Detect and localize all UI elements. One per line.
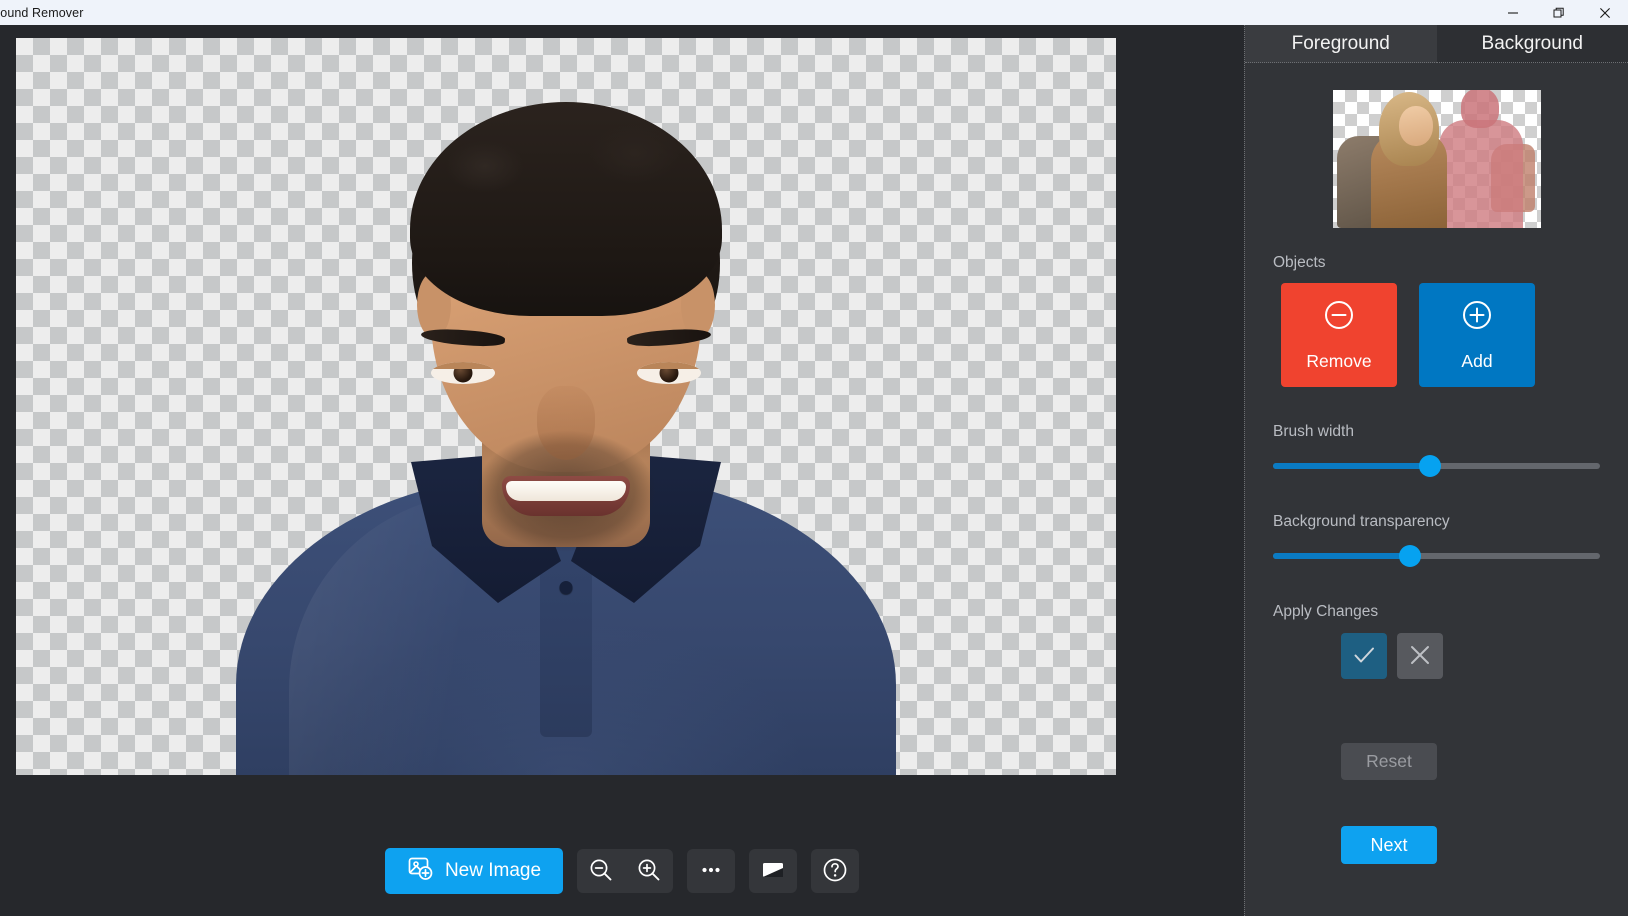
background-transparency-fill	[1273, 553, 1411, 559]
background-transparency-slider[interactable]	[1273, 545, 1600, 567]
reset-button[interactable]: Reset	[1341, 743, 1437, 780]
next-button[interactable]: Next	[1341, 826, 1437, 864]
new-image-icon	[407, 855, 433, 887]
preview-woman-face	[1398, 106, 1433, 146]
hair	[410, 102, 722, 316]
panel-tabs: Foreground Background	[1245, 25, 1628, 63]
bottom-toolbar: New Image	[0, 848, 1244, 894]
zoom-controls	[577, 849, 674, 893]
teeth	[506, 481, 626, 501]
new-image-label: New Image	[444, 860, 542, 881]
question-mark-icon	[821, 856, 849, 887]
new-image-button[interactable]: New Image	[384, 848, 564, 894]
add-label: Add	[1461, 351, 1493, 371]
preview-thumbnail	[1332, 90, 1541, 228]
eye-right	[431, 362, 495, 384]
zoom-out-button[interactable]	[577, 849, 625, 893]
nose	[537, 386, 595, 460]
window-titlebar: round Remover	[0, 0, 1628, 25]
more-options-button[interactable]	[687, 849, 736, 893]
eye-left	[637, 362, 701, 384]
minimize-button[interactable]	[1490, 0, 1536, 25]
remove-label: Remove	[1306, 351, 1372, 371]
background-transparency-thumb[interactable]	[1399, 545, 1422, 567]
apply-cancel-button[interactable]	[1397, 633, 1443, 679]
workspace: New Image	[0, 25, 1244, 916]
apply-changes-label: Apply Changes	[1273, 603, 1379, 620]
zoom-in-icon	[636, 857, 662, 886]
help-button[interactable]	[811, 849, 860, 893]
minus-circle-icon	[1322, 298, 1356, 337]
add-object-button[interactable]: Add	[1419, 283, 1535, 387]
restore-button[interactable]	[1536, 0, 1582, 25]
preview-man-head-marked	[1460, 90, 1499, 128]
preview-man-body-marked	[1438, 120, 1523, 228]
contrast-icon	[760, 857, 786, 886]
image-canvas[interactable]	[16, 38, 1116, 775]
brush-width-fill	[1273, 463, 1430, 469]
tab-background[interactable]: Background	[1436, 25, 1628, 63]
ellipsis-icon	[698, 857, 724, 886]
eyebrow-left	[626, 326, 712, 349]
right-panel: Foreground Background Objects Remove Add…	[1244, 25, 1628, 916]
eyelid-right	[431, 362, 495, 369]
background-transparency-label: Background transparency	[1273, 513, 1450, 530]
contrast-toggle-button[interactable]	[749, 849, 798, 893]
checkmark-icon	[1350, 641, 1378, 672]
tab-foreground[interactable]: Foreground	[1245, 25, 1437, 63]
mouth	[502, 476, 630, 516]
close-button[interactable]	[1582, 0, 1628, 25]
window-controls	[1490, 0, 1628, 25]
portrait-subject	[216, 38, 916, 775]
brush-width-label: Brush width	[1273, 423, 1354, 440]
close-x-icon	[1406, 641, 1434, 672]
brush-width-block: Brush width	[1245, 423, 1628, 477]
apply-changes-buttons	[1245, 633, 1628, 679]
eyebrow-right	[420, 326, 506, 349]
background-transparency-block: Background transparency	[1245, 513, 1628, 567]
plus-circle-icon	[1460, 298, 1494, 337]
objects-buttons: Remove Add	[1245, 283, 1628, 387]
brush-width-thumb[interactable]	[1418, 455, 1441, 477]
brush-width-slider[interactable]	[1273, 455, 1600, 477]
preview-thumbnail-wrap	[1245, 63, 1628, 228]
eyelid-left	[637, 362, 701, 369]
zoom-in-button[interactable]	[625, 849, 673, 893]
zoom-out-icon	[588, 857, 614, 886]
apply-confirm-button[interactable]	[1341, 633, 1387, 679]
remove-object-button[interactable]: Remove	[1281, 283, 1397, 387]
window-title: round Remover	[0, 5, 84, 20]
objects-label: Objects	[1273, 254, 1326, 271]
